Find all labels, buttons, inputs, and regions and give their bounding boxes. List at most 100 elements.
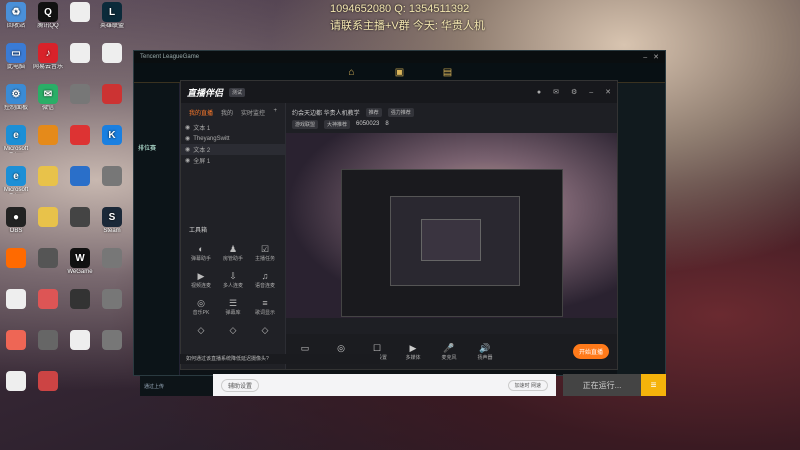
desktop-icon[interactable] — [30, 330, 66, 358]
overlay-promo-line: 请联系主播+V群 今天: 华贵人机 — [330, 20, 485, 32]
app-icon — [102, 84, 122, 104]
mode-badge[interactable]: 大神推荐 — [324, 119, 351, 129]
desktop-icon[interactable]: S Steam — [94, 207, 130, 235]
desktop-icon[interactable]: L 英雄联盟 — [94, 2, 130, 30]
tab-my-live[interactable]: 我的直播 — [189, 108, 213, 117]
tool-item[interactable]: ◇ — [185, 324, 217, 336]
desktop-icon[interactable]: ⚙ 控制面板 — [0, 84, 34, 112]
desktop-icon[interactable] — [62, 330, 98, 358]
desktop-icon[interactable] — [62, 84, 98, 112]
desktop-icon[interactable] — [94, 248, 130, 276]
tool-item[interactable]: ⇩ 多人连麦 — [217, 270, 249, 289]
desktop-icon[interactable] — [62, 43, 98, 71]
start-live-button[interactable]: 开始直播 — [572, 344, 609, 359]
desktop-icon[interactable]: W WeGame — [62, 248, 98, 276]
desktop-icon[interactable] — [30, 207, 66, 235]
desktop-icon[interactable] — [94, 84, 130, 112]
desktop-icon[interactable] — [94, 289, 130, 317]
eye-icon[interactable]: ◉ — [185, 146, 190, 153]
eye-icon[interactable]: ◉ — [185, 157, 190, 164]
home-icon[interactable]: ⌂ — [345, 67, 359, 79]
desktop-icon[interactable] — [62, 2, 98, 30]
desktop-icon[interactable] — [0, 330, 34, 358]
eye-icon[interactable]: ◉ — [185, 124, 190, 131]
live-main: 约会天边都 华贵人机教学 推荐 强力推荐 游戏联盟 大神推荐 6050023 8… — [286, 103, 617, 369]
desktop-icon[interactable] — [0, 289, 34, 317]
tool-item[interactable]: ☰ 弹幕库 — [217, 297, 249, 316]
scene-item[interactable]: ◉ TheyangSwitt — [181, 133, 285, 144]
bottom-tool[interactable]: 🎤 麦克风 — [438, 343, 460, 361]
desktop-icon[interactable]: eMicrosoft Edge — [0, 125, 34, 153]
room-tag[interactable]: 推荐 — [365, 107, 382, 117]
viewer-count: 6050023 — [356, 121, 380, 127]
avatar[interactable]: ● — [537, 89, 541, 96]
scene-item[interactable]: ◉ 文本 1 — [181, 122, 285, 133]
tool-item[interactable]: ▶ 视频连麦 — [185, 270, 217, 289]
desktop-icon[interactable] — [62, 289, 98, 317]
live-app-window[interactable]: 直播伴侣 测试 ● ✉ ⚙ – ✕ 我的直播 我的 实时监控 + ◉ 文本 1 ◉… — [180, 80, 618, 370]
tool-item[interactable]: ≡ 歌词显示 — [249, 297, 281, 316]
assist-settings-button[interactable]: 辅助设置 — [221, 378, 260, 392]
desktop-icon[interactable] — [62, 125, 98, 153]
minimize-icon[interactable]: – — [589, 89, 593, 96]
store-icon[interactable]: ▤ — [441, 67, 455, 79]
minimize-icon[interactable]: – — [643, 54, 647, 61]
tool-item[interactable]: ♟ 房管助手 — [217, 243, 249, 262]
tool-item[interactable]: ◐ 弹幕助手 — [185, 243, 217, 262]
desktop-icon[interactable] — [30, 125, 66, 153]
desktop-icon[interactable] — [0, 248, 34, 276]
eye-icon[interactable]: ◉ — [185, 135, 190, 142]
category-badge[interactable]: 游戏联盟 — [292, 119, 319, 129]
desktop-icon[interactable] — [62, 166, 98, 194]
close-icon[interactable]: ✕ — [605, 88, 611, 96]
notice-bar[interactable]: 如何通过该直播系统降低延迟摄像头? — [180, 354, 380, 364]
desktop-icon[interactable]: eMicrosoft Edge — [0, 166, 34, 194]
room-info: 约会天边都 华贵人机教学 推荐 强力推荐 游戏联盟 大神推荐 6050023 8 — [286, 103, 617, 133]
close-icon[interactable]: ✕ — [653, 53, 659, 61]
app-icon — [70, 125, 90, 145]
tool-item[interactable]: ◇ — [249, 324, 281, 336]
desktop-icon[interactable]: ♻ 回收站 — [0, 2, 34, 30]
network-status[interactable]: 加速时 网速 — [507, 379, 548, 391]
folder-icon — [38, 166, 58, 186]
desktop-icon[interactable] — [30, 289, 66, 317]
add-scene-icon[interactable]: + — [273, 108, 277, 117]
desktop-icon[interactable]: Q 腾讯QQ — [30, 2, 66, 30]
room-tag2[interactable]: 强力推荐 — [387, 107, 414, 117]
tool-item[interactable]: ◎ 音乐PK — [185, 297, 217, 316]
desktop-icon[interactable]: ▭ 此电脑 — [0, 43, 34, 71]
desktop-icon[interactable] — [94, 330, 130, 358]
app-icon — [38, 289, 58, 309]
tool-icon: ◐ — [198, 244, 204, 254]
scene-item[interactable]: ◉ 全屏 1 — [181, 155, 285, 166]
desktop-icon[interactable]: K — [94, 125, 130, 153]
desktop-icon-label — [62, 23, 98, 30]
tool-item[interactable]: ☑ 主播任务 — [249, 243, 281, 262]
app-icon — [70, 207, 90, 227]
desktop-icon[interactable] — [30, 371, 66, 399]
desktop-icon[interactable] — [30, 166, 66, 194]
message-icon[interactable]: ✉ — [553, 88, 559, 96]
collection-icon[interactable]: ▣ — [393, 67, 407, 79]
live-preview[interactable] — [286, 133, 617, 318]
settings-icon[interactable]: ⚙ — [571, 88, 577, 96]
scene-item[interactable]: ◉ 文本 2 — [181, 144, 285, 155]
desktop-icon[interactable] — [62, 207, 98, 235]
lol-bottom-label: 通过上传 — [144, 383, 165, 390]
tool-item[interactable]: ♫ 语音连麦 — [249, 270, 281, 289]
tool-item[interactable]: ◇ — [217, 324, 249, 336]
desktop-icon[interactable]: ♪ 网易云音乐 — [30, 43, 66, 71]
desktop-icon[interactable]: ✉ 微信 — [30, 84, 66, 112]
desktop-icon[interactable] — [0, 371, 34, 399]
desktop-icon[interactable] — [30, 248, 66, 276]
menu-button[interactable]: ≡ — [641, 374, 666, 396]
bottom-tool[interactable]: 🔊 扬声器 — [474, 343, 496, 361]
desktop-icon[interactable]: ● OBS — [0, 207, 34, 235]
desktop-icon[interactable] — [94, 166, 130, 194]
desktop-icon[interactable] — [94, 43, 130, 71]
tab-monitor[interactable]: 实时监控 — [241, 108, 265, 117]
tool-icon: ◎ — [197, 298, 205, 308]
tab-mine[interactable]: 我的 — [221, 108, 233, 117]
bottom-tool[interactable]: ▶ 多媒体 — [402, 343, 424, 361]
tool-icon: ☰ — [228, 298, 238, 308]
